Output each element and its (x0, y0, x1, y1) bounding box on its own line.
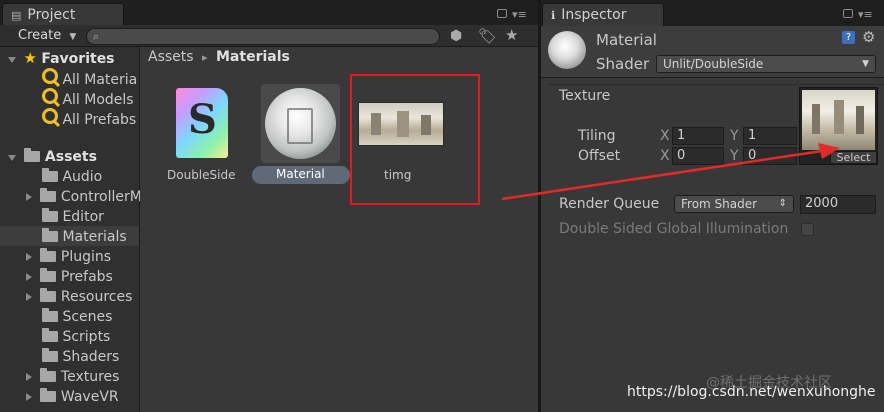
watermark-cn: @稀土掘金技术社区 (706, 375, 832, 391)
annotation-arrow (501, 143, 840, 201)
